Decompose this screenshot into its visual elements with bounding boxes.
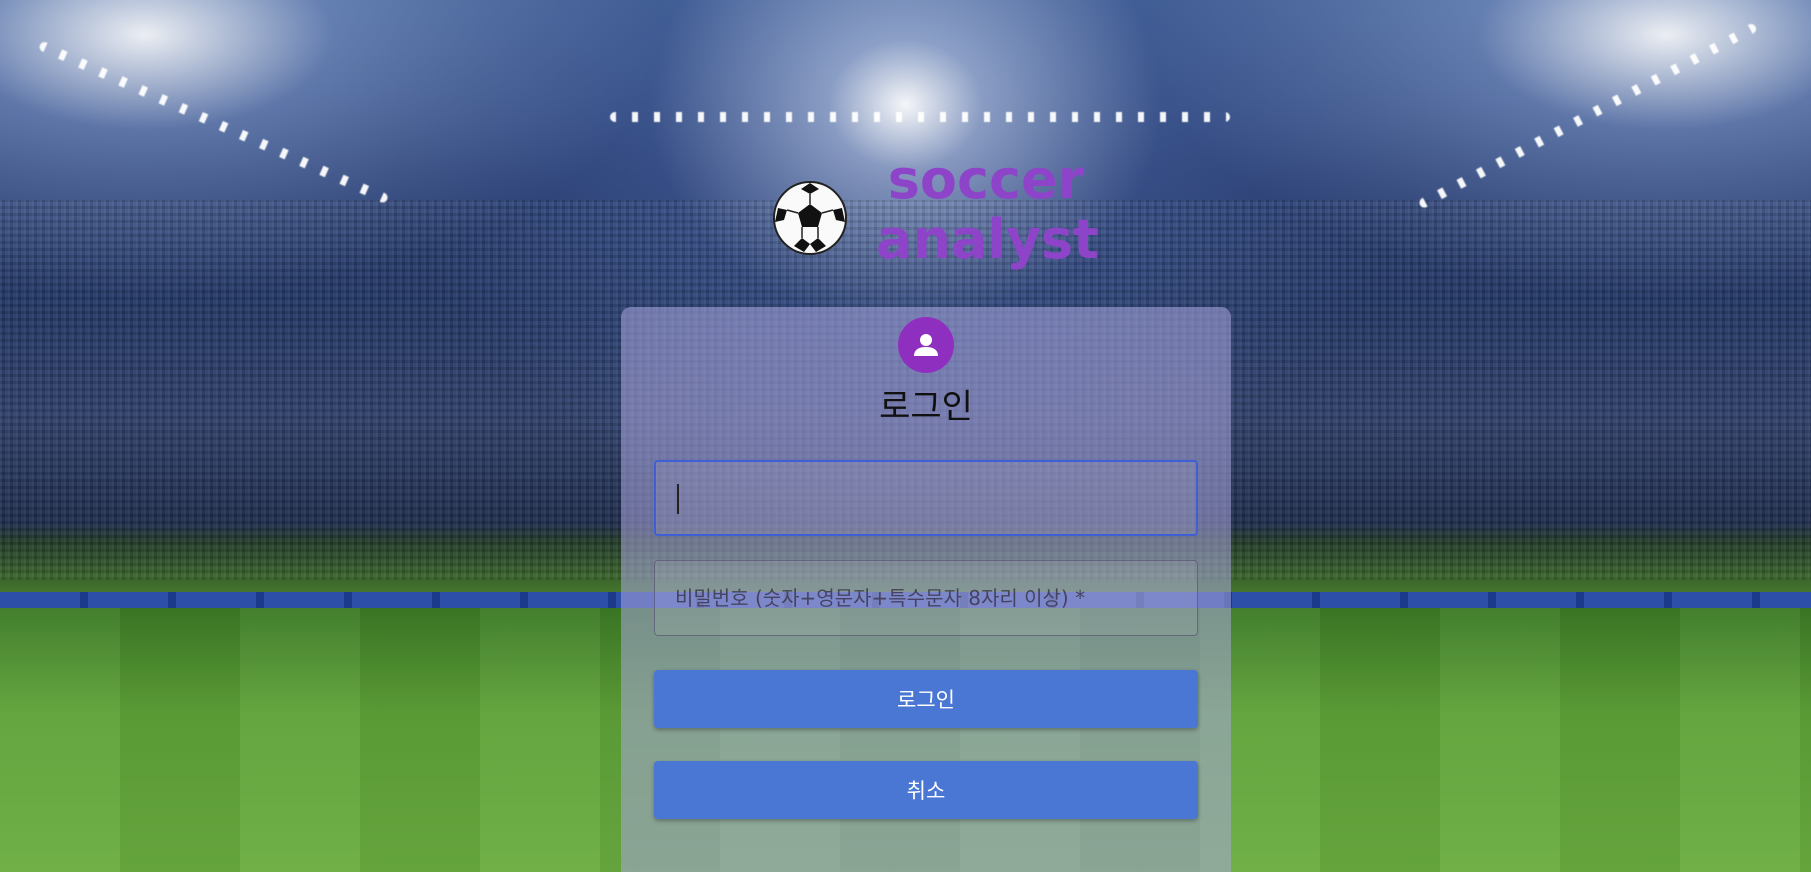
floodlight-string: [37, 40, 390, 205]
floodlight-string: [1417, 22, 1758, 210]
brand-title-line2: analyst: [876, 208, 1099, 271]
text-caret: [677, 484, 679, 514]
login-button[interactable]: 로그인: [654, 670, 1198, 728]
password-field[interactable]: [654, 560, 1198, 636]
login-card: 로그인 로그인 취소: [621, 307, 1231, 872]
id-input[interactable]: [656, 462, 1196, 534]
soccer-ball-icon: [772, 180, 848, 256]
floodlight-string: [610, 112, 1230, 122]
password-input[interactable]: [655, 561, 1197, 635]
login-title: 로그인: [879, 387, 973, 427]
brand-logo: soccer analyst: [766, 150, 1106, 280]
brand-title-line1: soccer: [887, 148, 1085, 211]
user-icon: [898, 317, 954, 373]
stadium-background: soccer analyst 로그인 로그인 취소: [0, 0, 1811, 872]
cancel-button[interactable]: 취소: [654, 761, 1198, 819]
id-field[interactable]: [654, 460, 1198, 536]
brand-title: soccer analyst: [876, 148, 1099, 271]
